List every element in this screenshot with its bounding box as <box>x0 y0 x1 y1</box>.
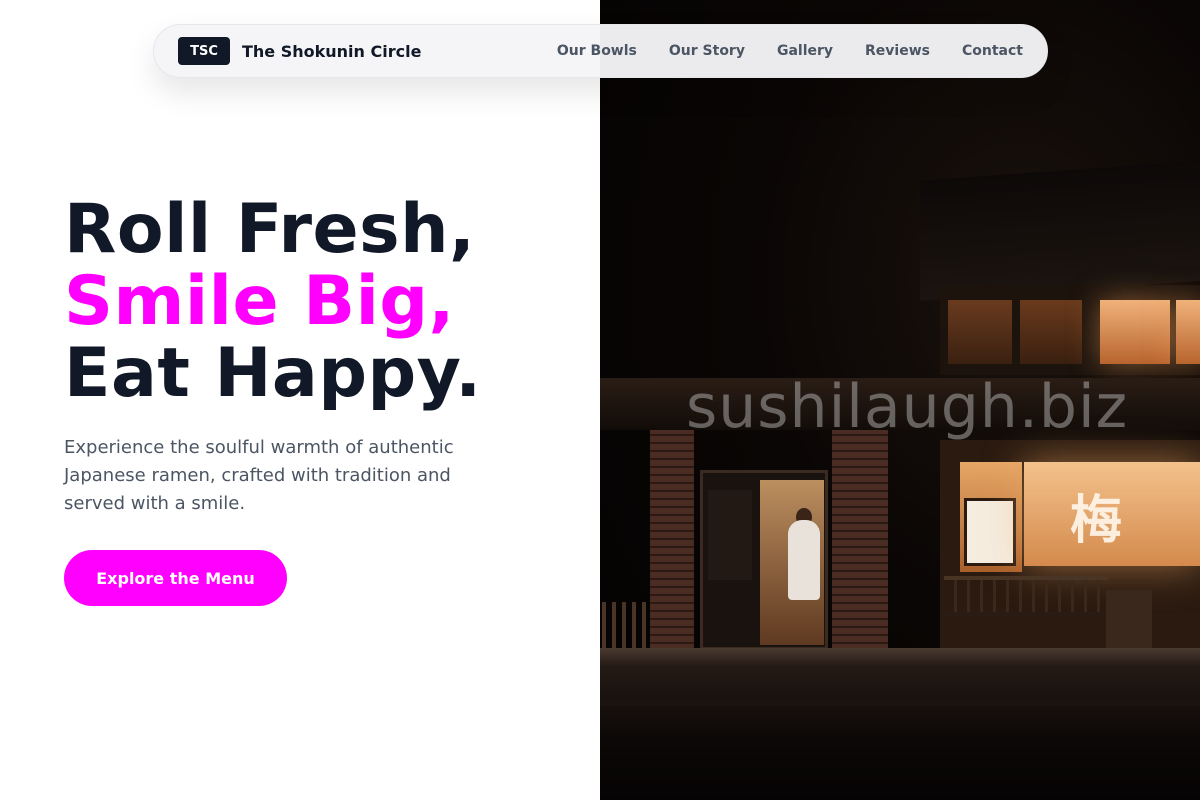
top-navbar: TSC The Shokunin Circle Our Bowls Our St… <box>153 24 1048 78</box>
landing-page: 梅 sushilaugh.biz TSC The Shokunin Circle… <box>0 0 1200 800</box>
nav-link-our-bowls[interactable]: Our Bowls <box>557 43 637 59</box>
hero-title-line-3: Eat Happy. <box>64 334 482 413</box>
hero-title-line-1: Roll Fresh, <box>64 190 476 269</box>
brand[interactable]: TSC The Shokunin Circle <box>178 37 421 65</box>
hero-subtitle: Experience the soulful warmth of authent… <box>64 437 454 514</box>
logo-badge[interactable]: TSC <box>178 37 230 65</box>
nav-link-reviews[interactable]: Reviews <box>865 43 930 59</box>
noren-sign-kanji: 梅 <box>1070 490 1123 551</box>
watermark-text: sushilaugh.biz <box>686 372 1129 442</box>
hero-title-line-2: Smile Big, <box>64 262 455 341</box>
nav-links: Our Bowls Our Story Gallery Reviews Cont… <box>557 43 1023 59</box>
nav-link-our-story[interactable]: Our Story <box>669 43 745 59</box>
explore-menu-button[interactable]: Explore the Menu <box>64 550 287 606</box>
nav-link-contact[interactable]: Contact <box>962 43 1023 59</box>
brand-name[interactable]: The Shokunin Circle <box>242 42 421 61</box>
hero-title: Roll Fresh, Smile Big, Eat Happy. <box>64 194 482 410</box>
nav-link-gallery[interactable]: Gallery <box>777 43 833 59</box>
